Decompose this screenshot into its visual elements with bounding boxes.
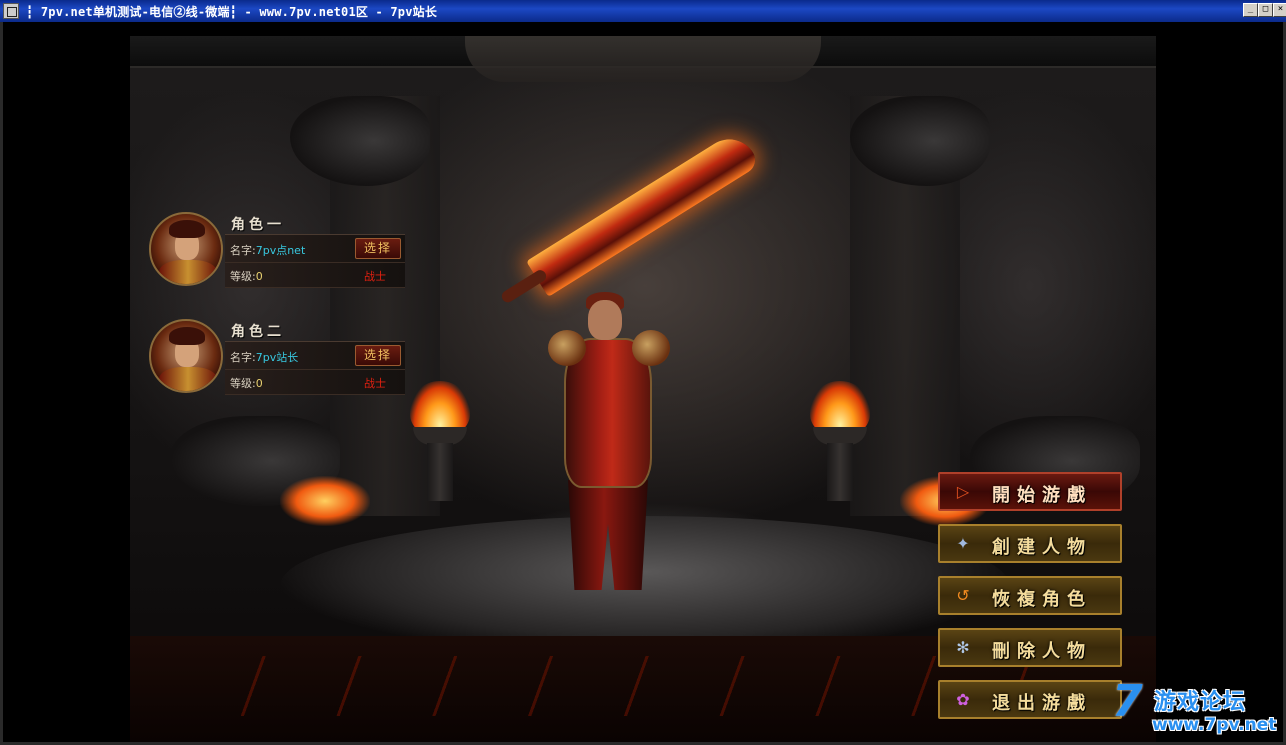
delete-character-button[interactable]: ✻ 刪除人物 (938, 628, 1122, 667)
character-name-row: 名字:7pv点net (230, 242, 305, 258)
warrior-left-shoulder (548, 330, 586, 366)
select-character-button[interactable]: 选择 (355, 238, 401, 259)
row-divider (225, 262, 405, 263)
flower-icon: ✿ (956, 690, 970, 709)
scene-top-border (130, 36, 1156, 82)
character-slot-2[interactable]: 角色二 名字:7pv站长 等级:0 选择 战士 (149, 319, 409, 399)
watermark-forum-text: 游戏论坛 (1154, 690, 1247, 715)
warrior-legs (568, 480, 648, 590)
warrior-character-model (538, 290, 678, 600)
level-label: 等级: (230, 270, 256, 283)
character-level-row: 等级:0 (230, 375, 263, 391)
play-arrow-icon: ▷ (956, 482, 970, 501)
character-info-panel: 名字:7pv站长 等级:0 选择 战士 (225, 341, 405, 395)
brazier-left (405, 381, 475, 501)
portrait-armor (159, 260, 217, 284)
dragon-statue-top-left (290, 96, 430, 186)
star-icon: ✦ (956, 534, 970, 553)
portrait-armor (159, 367, 217, 391)
brazier-stand (427, 443, 453, 501)
window-title-bar[interactable]: ┇ 7pv.net单机测试-电信②线-微端┇ - www.7pv.net01区 … (0, 0, 1286, 23)
character-portrait-avatar[interactable] (149, 212, 223, 286)
name-label: 名字: (230, 351, 256, 364)
character-portrait-avatar[interactable] (149, 319, 223, 393)
character-slot-1[interactable]: 角色一 名字:7pv点net 等级:0 选择 战士 (149, 212, 409, 292)
warrior-right-shoulder (632, 330, 670, 366)
close-button[interactable]: × (1273, 3, 1286, 17)
exit-game-label: 退出游戲 (992, 693, 1092, 714)
minimize-button[interactable]: _ (1243, 3, 1258, 17)
swirl-icon: ↺ (956, 586, 970, 605)
create-character-label: 創建人物 (992, 537, 1092, 558)
create-character-button[interactable]: ✦ 創建人物 (938, 524, 1122, 563)
character-info-panel: 名字:7pv点net 等级:0 选择 战士 (225, 234, 405, 288)
start-game-button[interactable]: ▷ 開始游戲 (938, 472, 1122, 511)
character-slot-title: 角色一 (231, 217, 285, 233)
watermark-logo-seven: 7 (1112, 676, 1143, 727)
select-character-button[interactable]: 选择 (355, 345, 401, 366)
snowflake-icon: ✻ (956, 638, 970, 657)
restore-character-label: 恢複角色 (992, 589, 1092, 610)
brazier-stand (827, 443, 853, 501)
character-job: 战士 (364, 270, 386, 283)
exit-game-button[interactable]: ✿ 退出游戲 (938, 680, 1122, 719)
row-divider (225, 369, 405, 370)
character-level-row: 等级:0 (230, 268, 263, 284)
character-name: 7pv站长 (255, 351, 299, 364)
character-level: 0 (255, 270, 263, 283)
watermark-url: www.7pv.net (1152, 715, 1277, 735)
dragon-fire-breath-left (280, 476, 370, 526)
restore-character-button[interactable]: ↺ 恢複角色 (938, 576, 1122, 615)
character-name-row: 名字:7pv站长 (230, 349, 298, 365)
name-label: 名字: (230, 244, 256, 257)
window-title: ┇ 7pv.net单机测试-电信②线-微端┇ - www.7pv.net01区 … (26, 5, 438, 19)
character-slot-title: 角色二 (231, 324, 285, 340)
app-icon[interactable] (3, 3, 19, 19)
maximize-button[interactable]: □ (1258, 3, 1273, 17)
warrior-head (588, 300, 622, 340)
start-game-label: 開始游戲 (992, 485, 1092, 506)
delete-character-label: 刪除人物 (992, 641, 1092, 662)
level-label: 等级: (230, 377, 256, 390)
character-job: 战士 (364, 377, 386, 390)
portrait-hair (169, 220, 205, 238)
character-level: 0 (255, 377, 263, 390)
character-name: 7pv点net (255, 244, 306, 257)
brazier-right (805, 381, 875, 501)
portrait-hair (169, 327, 205, 345)
